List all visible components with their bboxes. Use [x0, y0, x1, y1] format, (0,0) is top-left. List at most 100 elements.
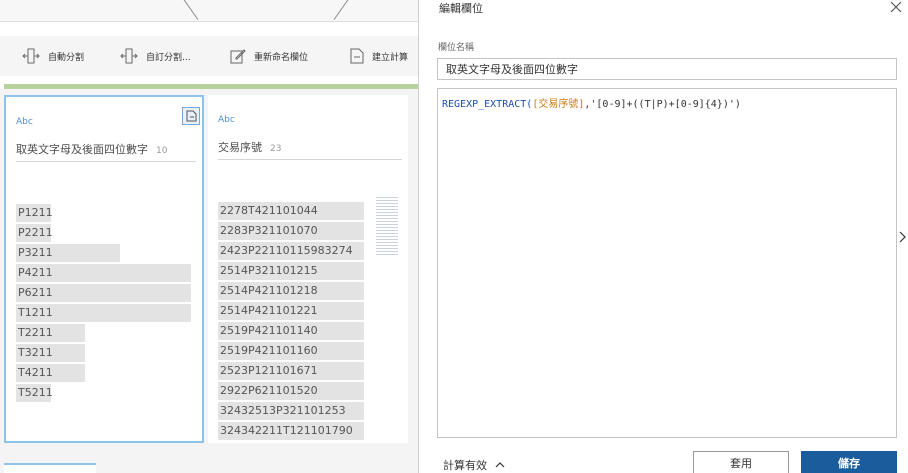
value-row[interactable]: 2519P421101160 — [218, 341, 364, 361]
value-label: 2283P321101070 — [220, 224, 318, 237]
value-label: T3211 — [18, 346, 53, 359]
value-row[interactable]: 2514P321101215 — [218, 261, 364, 281]
value-label: 2519P421101140 — [220, 324, 318, 337]
calculation-status-label: 計算有效 — [443, 459, 487, 472]
split-icon — [120, 48, 138, 64]
value-row[interactable]: T5211 — [16, 383, 198, 403]
close-icon[interactable] — [889, 0, 903, 14]
value-label: T1211 — [18, 306, 53, 319]
auto-split-button[interactable]: 自動分割 — [22, 46, 84, 66]
formula-arguments: ,'[0-9]+((T|P)+[0-9]{4})') — [584, 99, 741, 110]
scroll-indicator-line — [376, 251, 398, 252]
scroll-indicator-line — [376, 221, 398, 222]
value-label: 2514P421101218 — [220, 284, 318, 297]
scroll-indicator-line — [376, 224, 398, 225]
value-row[interactable]: P4211 — [16, 263, 198, 283]
value-row[interactable]: 2514P421101218 — [218, 281, 364, 301]
value-label: 2514P421101221 — [220, 304, 318, 317]
scroll-indicator-line — [376, 197, 398, 198]
value-label: T5211 — [18, 386, 53, 399]
field-name-label: 欄位名稱 — [438, 43, 475, 53]
value-row[interactable]: 2523P121101671 — [218, 361, 364, 381]
value-label: P4211 — [18, 266, 53, 279]
value-row[interactable]: 2514P421101221 — [218, 301, 364, 321]
scroll-indicator-line — [376, 209, 398, 210]
divider — [218, 159, 402, 160]
profile-card-extracted[interactable]: Abc 取英文字母及後面四位數字 10 P1211 P2211 P3211 P4211 P… — [4, 95, 204, 443]
edit-field-panel: 編輯欄位 欄位名稱 REGEXP_EXTRACT([交易序號],'[0-9]+(… — [418, 0, 908, 473]
auto-split-label: 自動分割 — [48, 52, 85, 63]
value-label: T2211 — [18, 326, 53, 339]
value-list: 2278T421101044 2283P321101070 2423P2211011… — [218, 201, 364, 441]
value-label: P3211 — [18, 246, 53, 259]
value-label: 2423P22110115983274 — [220, 244, 353, 257]
flow-canvas[interactable] — [0, 0, 418, 22]
column-name: 取英文字母及後面四位數字 — [16, 143, 148, 156]
chevron-up-icon — [495, 462, 505, 468]
value-label: 2278T421101044 — [220, 204, 318, 217]
rename-field-button[interactable]: 重新命名欄位 — [230, 46, 308, 66]
profile-toolbar: 自動分割 自訂分割... 重新命名欄位 建立計算 — [0, 36, 418, 76]
value-label: 2519P421101160 — [220, 344, 318, 357]
scroll-indicator-line — [376, 254, 398, 255]
value-label: 2514P321101215 — [220, 264, 318, 277]
value-row[interactable]: 2922P621101520 — [218, 381, 364, 401]
scroll-indicator-line — [376, 200, 398, 201]
value-row[interactable]: P2211 — [16, 223, 198, 243]
calculation-status[interactable]: 計算有效 — [443, 457, 505, 473]
column-scroll-indicator[interactable] — [376, 197, 398, 259]
value-row[interactable]: 2278T421101044 — [218, 201, 364, 221]
value-row[interactable]: T1211 — [16, 303, 198, 323]
value-row[interactable]: 32432513P321101253 — [218, 401, 364, 421]
profile-card-transaction-id[interactable]: Abc 交易序號 23 2278T421101044 2283P321101070 2… — [208, 95, 408, 443]
custom-split-button[interactable]: 自訂分割... — [120, 46, 191, 66]
create-calc-label: 建立計算 — [372, 52, 409, 63]
divider — [16, 161, 196, 162]
column-header: 交易序號 23 — [218, 139, 281, 155]
formula-field-reference: [交易序號] — [532, 99, 585, 110]
rename-field-label: 重新命名欄位 — [254, 52, 309, 63]
formula-function: REGEXP_EXTRACT( — [442, 99, 533, 110]
value-row[interactable]: 2283P321101070 — [218, 221, 364, 241]
scroll-indicator-line — [376, 245, 398, 246]
scroll-indicator-line — [376, 239, 398, 240]
value-label: P6211 — [18, 286, 53, 299]
apply-button[interactable]: 套用 — [693, 451, 789, 473]
scroll-indicator-line — [376, 233, 398, 234]
value-label: 2523P121101671 — [220, 364, 318, 377]
chevron-right-icon[interactable] — [899, 231, 907, 243]
scroll-indicator-line — [376, 206, 398, 207]
column-count: 23 — [270, 144, 282, 154]
calculated-field-icon[interactable] — [182, 107, 200, 125]
value-list: P1211 P2211 P3211 P4211 P6211 T1211 T2211 T3211… — [16, 203, 198, 403]
value-row[interactable]: P6211 — [16, 283, 198, 303]
scroll-indicator-line — [376, 215, 398, 216]
scroll-indicator-line — [376, 242, 398, 243]
value-row[interactable]: 2519P421101140 — [218, 321, 364, 341]
create-calc-button[interactable]: 建立計算 — [350, 46, 408, 66]
value-row[interactable]: T2211 — [16, 323, 198, 343]
scroll-indicator-line — [376, 236, 398, 237]
flow-connector — [182, 0, 199, 20]
field-name-input[interactable] — [437, 58, 897, 80]
scroll-indicator-line — [376, 212, 398, 213]
save-button[interactable]: 儲存 — [801, 451, 897, 473]
value-row[interactable]: P1211 — [16, 203, 198, 223]
formula-editor[interactable]: REGEXP_EXTRACT([交易序號],'[0-9]+((T|P)+[0-9… — [437, 88, 897, 438]
custom-split-label: 自訂分割... — [146, 52, 191, 63]
column-header: 取英文字母及後面四位數字 10 — [16, 141, 167, 157]
column-count: 10 — [156, 146, 168, 156]
value-label: P2211 — [18, 226, 53, 239]
profile-pane: Abc 取英文字母及後面四位數字 10 P1211 P2211 P3211 P4211 P… — [0, 89, 418, 473]
value-row[interactable]: P3211 — [16, 243, 198, 263]
scroll-indicator-line — [376, 218, 398, 219]
value-row[interactable]: 324342211T121101790 — [218, 421, 364, 441]
value-row[interactable]: T4211 — [16, 363, 198, 383]
value-row[interactable]: 2423P22110115983274 — [218, 241, 364, 261]
bottom-tab-active[interactable] — [4, 463, 96, 473]
string-type-icon: Abc — [218, 115, 235, 125]
string-type-icon: Abc — [16, 117, 33, 127]
value-label: T4211 — [18, 366, 53, 379]
value-row[interactable]: T3211 — [16, 343, 198, 363]
column-name: 交易序號 — [218, 141, 262, 154]
